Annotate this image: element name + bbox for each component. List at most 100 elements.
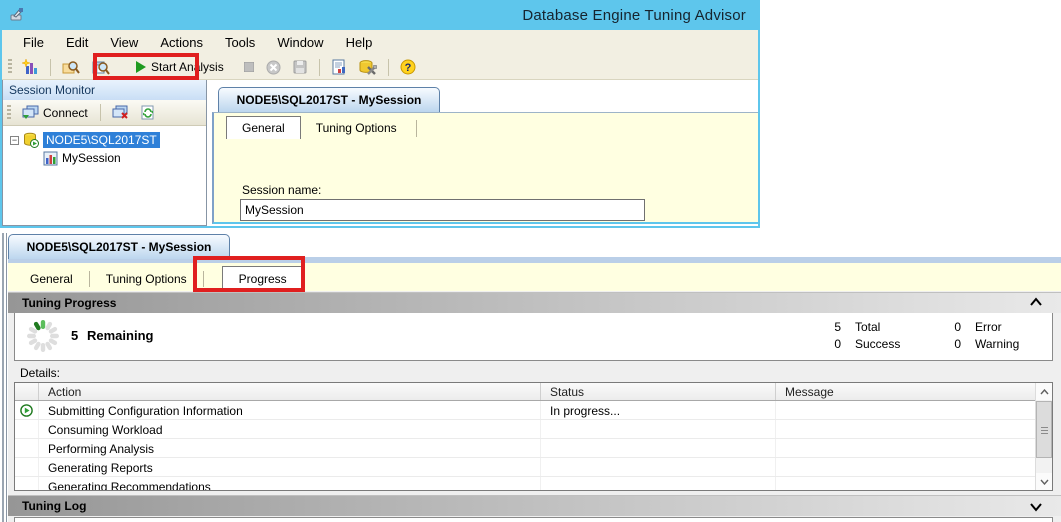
toolbar-grip [8,59,12,75]
new-session-icon [22,59,39,76]
tab-tuning-options[interactable]: Tuning Options [92,267,201,291]
row-action: Generating Reports [39,458,541,476]
refresh-button[interactable] [137,103,159,122]
menu-edit[interactable]: Edit [55,32,99,53]
help-icon: ? [400,59,416,75]
tree-node-server[interactable]: − NODE5\SQL2017ST [3,131,206,149]
stat-success-label: Success [855,337,900,351]
progress-view-window: NODE5\SQL2017ST - MySession General Tuni… [0,233,1061,522]
document-tab-top[interactable]: NODE5\SQL2017ST - MySession [218,87,440,112]
tree-node-session[interactable]: MySession [3,149,206,167]
tab-general[interactable]: General [16,267,87,291]
header-status[interactable]: Status [541,383,776,400]
export-button [289,58,312,77]
highlight-start-analysis [93,53,199,80]
progress-content: Tuning Progress [8,291,1061,522]
table-row[interactable]: Performing Analysis [15,439,1036,458]
row-status [541,458,776,476]
session-monitor-panel: Session Monitor Connect [2,80,207,226]
remaining-label: Remaining [87,328,153,343]
session-monitor-title: Session Monitor [3,80,206,100]
general-panel: General Tuning Options Session name: Wor… [212,112,758,224]
connect-label: Connect [43,106,88,120]
stat-total-value: 5 [827,320,841,334]
session-name-input[interactable] [240,199,645,221]
session-name-label: Session name: [242,183,321,197]
server-icon [23,132,39,148]
cancel-button [262,58,285,77]
new-session-button[interactable] [18,57,43,78]
row-status [541,420,776,438]
connect-button[interactable]: Connect [17,103,93,122]
report-button[interactable] [327,57,351,78]
table-row[interactable]: Consuming Workload [15,420,1036,439]
menu-actions[interactable]: Actions [149,32,214,53]
tree-session-label[interactable]: MySession [62,151,121,165]
open-workload-file-icon [62,59,80,76]
header-message[interactable]: Message [776,383,1036,400]
session-monitor-toolbar: Connect [3,100,206,126]
stop-analysis-icon [244,62,254,72]
open-workload-file-button[interactable] [58,57,84,78]
table-row[interactable]: Submitting Configuration Information In … [15,401,1036,420]
row-message [776,439,1036,457]
row-message [776,458,1036,476]
details-label: Details: [20,366,60,380]
toolbar-grip [7,105,11,121]
svg-text:?: ? [404,62,411,74]
toolbar-separator [319,59,320,76]
row-status-cell [15,477,39,491]
session-tree: − NODE5\SQL2017ST [3,126,206,225]
report-icon [331,59,347,76]
table-header-row: Action Status Message [15,383,1036,401]
menu-tools[interactable]: Tools [214,32,266,53]
scroll-up-button[interactable] [1036,383,1052,400]
header-icon-column[interactable] [15,383,39,400]
tuning-log-title: Tuning Log [22,499,86,513]
tab-general[interactable]: General [226,116,301,139]
connect-icon [22,105,39,120]
scrollbar-thumb[interactable] [1036,401,1052,458]
vertical-scrollbar[interactable] [1035,383,1052,490]
help-button[interactable]: ? [396,57,420,77]
cancel-icon [266,60,281,75]
menu-window[interactable]: Window [266,32,334,53]
disconnect-icon [112,105,129,120]
app-icon [8,6,26,24]
tree-server-label[interactable]: NODE5\SQL2017ST [43,132,160,148]
tuning-options-button[interactable] [355,57,381,78]
dta-main-window: Database Engine Tuning Advisor File Edit… [0,0,760,228]
row-action: Generating Recommendations [39,477,541,491]
row-message [776,477,1036,491]
menu-file[interactable]: File [12,32,55,53]
title-bar[interactable]: Database Engine Tuning Advisor [0,0,760,30]
menu-view[interactable]: View [99,32,149,53]
inner-tab-strip: General Tuning Options [226,115,421,139]
table-row[interactable]: Generating Recommendations [15,477,1036,491]
refresh-icon [141,105,155,120]
tuning-progress-header[interactable]: Tuning Progress [8,292,1061,313]
document-tab-title: NODE5\SQL2017ST - MySession [237,93,422,107]
row-action: Performing Analysis [39,439,541,457]
row-status [541,439,776,457]
progress-tab-strip: General Tuning Options Progress [8,263,1061,291]
tab-tuning-options[interactable]: Tuning Options [301,117,412,139]
stat-warning-value: 0 [947,337,961,351]
tab-separator [89,271,90,287]
tuning-progress-title: Tuning Progress [22,296,116,310]
table-row[interactable]: Generating Reports [15,458,1036,477]
tuning-progress-summary: 5 Remaining 5 Total 0 Success 0 Error 0 … [14,313,1053,361]
expand-chevron-icon[interactable] [1029,502,1043,512]
scroll-down-button[interactable] [1036,473,1052,490]
toolbar-separator [388,59,389,76]
disconnect-button[interactable] [108,103,133,122]
menu-help[interactable]: Help [335,32,384,53]
document-area: NODE5\SQL2017ST - MySession General Tuni… [207,80,758,226]
panel-edge [2,233,4,522]
tuning-log-header[interactable]: Tuning Log [8,495,1061,516]
collapse-icon[interactable]: − [10,136,19,145]
remaining-count: 5 [71,328,78,343]
header-action[interactable]: Action [39,383,541,400]
highlight-progress-tab [193,256,305,292]
collapse-chevron-icon[interactable] [1029,297,1043,307]
